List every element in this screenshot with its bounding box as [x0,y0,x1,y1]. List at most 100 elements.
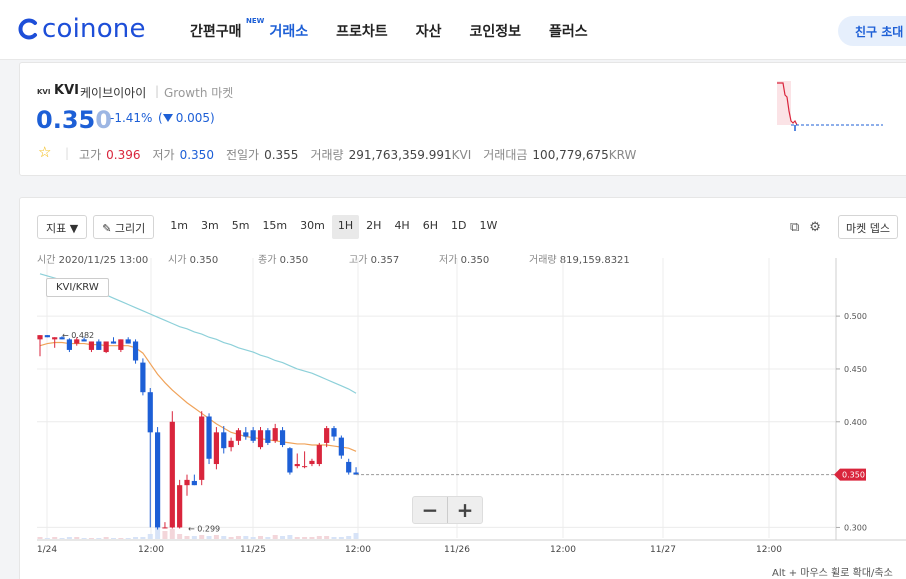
volume-bar [302,537,308,539]
timeframe-3m[interactable]: 3m [195,215,225,239]
candle-body [199,416,205,480]
volume-bar [177,534,183,539]
candle-body [228,440,234,448]
down-triangle-icon [162,114,173,122]
timeframe-1m[interactable]: 1m [164,215,194,239]
stat-label: 거래대금 [483,148,528,162]
volume-bar [103,537,109,539]
draw-button[interactable]: ✎ 그리기 [93,215,155,239]
nav-assets[interactable]: 자산 [416,21,442,41]
timeframe-30m[interactable]: 30m [294,215,331,239]
volume-bar [81,538,87,539]
coinone-logo[interactable]: coinone [18,14,146,44]
timeframe-selector: 1m 3m 5m 15m 30m 1H 2H 4H 6H 1D 1W [164,215,504,239]
candle-body [147,392,153,433]
zoom-out-button[interactable]: − [413,497,447,523]
invite-friend-button[interactable]: 친구 초대 이 [838,16,906,46]
price-main: 0.35 [36,106,96,134]
candle-body [257,430,264,448]
logo-text: coinone [42,14,146,44]
x-tick-label: 12:00 [138,545,164,555]
stat-label: 고가 [79,148,102,162]
candle-body [221,432,227,449]
volume-bar [118,538,124,539]
zoom-in-button[interactable]: + [448,497,482,523]
stat-amount: 거래대금 100,779,675KRW [483,146,636,163]
zoom-control: − + [412,496,483,524]
candle-body [213,432,219,465]
nav-plus[interactable]: 플러스 [549,21,588,41]
volume-bar [213,535,219,539]
change-amount: (0.005) [158,111,215,125]
candle-body [103,341,109,353]
nav-simple-buy[interactable]: 간편구매 NEW [190,17,264,41]
candle-body [316,445,322,465]
main-nav: 간편구매 NEW 거래소 프로차트 자산 코인정보 플러스 [190,17,616,41]
divider: | [155,84,160,98]
volume-bar [199,535,205,539]
volume-bar [66,537,72,539]
x-tick-label: 11/25 [240,545,266,555]
settings-gear-icon[interactable]: ⚙ [809,220,821,235]
zoom-hint: Alt + 마우스 휠로 확대/축소 [772,568,893,579]
timeframe-15m[interactable]: 15m [256,215,293,239]
coin-name: 케이브이아이 [80,86,147,100]
volume-bar [294,537,300,539]
volume-bar [309,537,315,539]
popout-icon[interactable]: ⧉ [790,220,799,235]
volume-bar [353,533,359,539]
timeframe-6H[interactable]: 6H [417,215,444,239]
volume-bar [287,535,293,539]
candle-body [96,341,102,350]
candle-body [272,428,278,441]
timeframe-1W[interactable]: 1W [473,215,503,239]
volume-bar [331,537,337,539]
chart-tool-icons: ⧉ ⚙ [790,220,831,235]
stat-value: 0.396 [106,148,141,162]
volume-bar [147,534,153,539]
candle-body [184,479,190,486]
indicator-button[interactable]: 지표 ▼ [37,215,88,239]
market-depth-button[interactable]: 마켓 뎁스 [838,215,898,239]
timeframe-1D[interactable]: 1D [445,215,472,239]
timeframe-2H[interactable]: 2H [360,215,387,239]
candle-body [132,341,139,361]
candle-body [118,339,124,350]
stat-label: 전일가 [225,148,260,162]
candle-body [44,335,50,338]
volume-bar [52,537,58,539]
y-tick-label: 0.400 [844,418,867,427]
volume-bar [338,537,344,539]
candle-body [294,464,300,467]
stat-label: 거래량 [310,148,344,162]
max-price-annotation: ← 0.482 [62,331,94,340]
top-navigation-bar: coinone 간편구매 NEW 거래소 프로차트 자산 코인정보 플러스 친구… [0,0,906,60]
nav-coin-info[interactable]: 코인정보 [469,21,521,41]
favorite-star-icon[interactable]: ☆ [38,143,51,161]
y-tick-label: 0.500 [844,312,867,321]
candle-body [279,430,286,446]
x-tick-label: 12:00 [756,545,782,555]
stat-value: 0.350 [179,148,214,162]
divider: | [65,146,70,160]
volume-bar [88,538,94,539]
x-tick-label: 12:00 [345,545,371,555]
x-tick-label: 11/26 [444,545,470,555]
stat-unit: KRW [608,148,637,162]
volume-bar [206,536,212,539]
timeframe-1H[interactable]: 1H [331,215,360,239]
volume-bar [316,536,322,539]
timeframe-5m[interactable]: 5m [226,215,256,239]
candle-body [177,485,183,528]
candle-body [169,421,175,528]
candle-body [52,337,58,340]
candle-body [206,416,212,459]
volume-bar [258,536,263,539]
timeframe-4H[interactable]: 4H [388,215,415,239]
candle-body [309,460,315,465]
candle-body [287,448,293,473]
nav-pro-chart[interactable]: 프로차트 [336,21,388,41]
candle-body [88,341,95,350]
volume-bar [243,536,249,539]
nav-exchange[interactable]: 거래소 [270,21,309,41]
